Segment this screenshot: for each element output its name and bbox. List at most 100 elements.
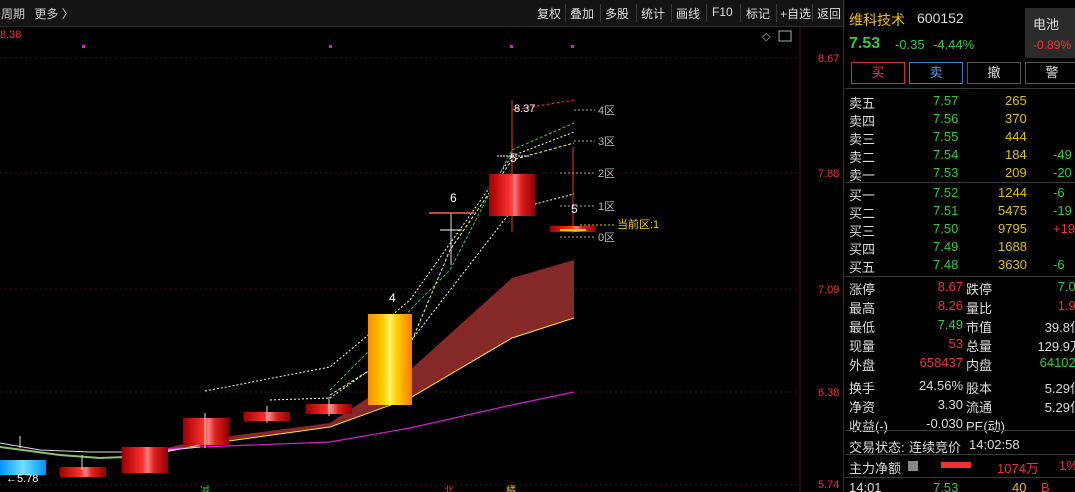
stat-row: 最高 8.26 量比 1.98 xyxy=(845,297,1075,316)
bid-row[interactable]: 买五 7.48 3630 -6 xyxy=(845,256,1075,275)
ask-row[interactable]: 卖一 7.53 209 -20 xyxy=(845,164,1075,183)
draw-line-button[interactable]: 画线 xyxy=(676,5,700,22)
wave-label: 6 xyxy=(450,191,457,205)
bid-row[interactable]: 买四 7.49 1688 xyxy=(845,238,1075,257)
stock-name: 维科技术 xyxy=(849,12,905,28)
stat-value: 658437 xyxy=(919,355,963,370)
bid-price: 7.51 xyxy=(933,203,959,218)
ask-price: 7.56 xyxy=(933,111,959,126)
trade-status-row: 交易状态: 连续竞价 14:02:58 xyxy=(845,436,1075,455)
last-price: 7.53 xyxy=(849,35,881,52)
bid-label: 买五 xyxy=(849,260,876,275)
stat-value: 3.30 xyxy=(937,397,963,412)
ask-row[interactable]: 卖五 7.57 265 xyxy=(845,92,1075,111)
ask-price: 7.53 xyxy=(933,165,959,180)
stat-value: 1.98 xyxy=(1057,298,1075,313)
ask-row[interactable]: 卖三 7.55 444 xyxy=(845,128,1075,147)
stat-label: 现量 xyxy=(849,339,876,354)
flow-info-icon[interactable] xyxy=(908,461,918,471)
stat-label: 总量 xyxy=(966,339,993,354)
main-flow-row: 主力净额 1074万 1% xyxy=(845,457,1075,476)
stat-row: 外盘 658437 内盘 641020 xyxy=(845,354,1075,373)
add-watchlist-button[interactable]: +自选 xyxy=(780,5,811,22)
stat-value: 7.49 xyxy=(937,317,963,332)
chart-toolbar: 多周期 更多 〉 复权 叠加 多股 统计 画线 F10 标记 +自选 返回 xyxy=(0,0,845,27)
stock-code: 600152 xyxy=(917,10,964,26)
zone-0-label: 0区 xyxy=(598,232,615,244)
candlestick-chart[interactable]: 8.38 8.67 7.88 7.09 6.38 5.74 ◇ 4区 3区 2区… xyxy=(0,27,845,492)
stat-value: -0.030 xyxy=(926,416,963,431)
diamond-icon[interactable]: ◇ xyxy=(762,31,771,43)
f10-button[interactable]: F10 xyxy=(712,5,733,19)
stat-label: 外盘 xyxy=(849,358,876,373)
price-label-bottom: 5.74 xyxy=(818,479,839,491)
current-zone-label: 当前区:1 xyxy=(617,217,659,231)
bid-price: 7.52 xyxy=(933,185,959,200)
cancel-order-button[interactable]: 撤 xyxy=(967,62,1021,84)
stat-value: 7.09 xyxy=(1057,279,1075,294)
ask-volume: 184 xyxy=(1005,147,1027,162)
tick-time: 14:01 xyxy=(849,480,882,492)
stat-label: 换手 xyxy=(849,381,876,396)
ask-price: 7.57 xyxy=(933,93,959,108)
high-marker: 8.37 xyxy=(514,103,535,115)
alert-button[interactable]: 警 xyxy=(1025,62,1075,84)
price-label: 6.38 xyxy=(818,387,839,399)
stat-label: 净资 xyxy=(849,400,876,415)
stat-value: 5.29亿 xyxy=(1044,400,1075,415)
ask-row[interactable]: 卖四 7.56 370 xyxy=(845,110,1075,129)
sector-tile[interactable]: 电池 -0.89% xyxy=(1025,8,1075,58)
signal-marker: 橘 xyxy=(506,485,516,492)
stat-row: 现量 53 总量 129.9万 xyxy=(845,335,1075,354)
stat-label: 收益(-) xyxy=(849,419,888,434)
stat-label: 涨停 xyxy=(849,282,876,297)
stat-label: 股本 xyxy=(966,381,993,396)
ask-volume: 209 xyxy=(1005,165,1027,180)
tick-volume: 40 xyxy=(1012,480,1027,492)
zone-2-label: 2区 xyxy=(598,168,615,180)
zone-4-label: 4区 xyxy=(598,105,615,117)
bid-change: -6 xyxy=(1053,257,1065,272)
window-icon[interactable] xyxy=(778,30,792,42)
bid-price: 7.49 xyxy=(933,239,959,254)
stat-value: 8.26 xyxy=(937,298,963,313)
price-label-top: 8.67 xyxy=(818,53,839,65)
bid-row[interactable]: 买一 7.52 1244 -6 xyxy=(845,184,1075,203)
sector-name: 电池 xyxy=(1033,17,1060,32)
period-selector[interactable]: 多周期 更多 〉 xyxy=(0,5,74,22)
quote-panel: 维科技术 600152 7.53 -0.35 -4.44% 电池 -0.89% … xyxy=(845,0,1075,492)
buy-button[interactable]: 买 xyxy=(851,62,905,84)
ask-price: 7.54 xyxy=(933,147,959,162)
stat-label: 跌停 xyxy=(966,282,993,297)
ask-change: -49 xyxy=(1053,147,1072,162)
ask-volume: 265 xyxy=(1005,93,1027,108)
stat-value: 5.29亿 xyxy=(1044,381,1075,396)
multi-stock-button[interactable]: 多股 xyxy=(605,5,629,22)
ask-row[interactable]: 卖二 7.54 184 -49 xyxy=(845,146,1075,165)
stat-label: 流通 xyxy=(966,400,993,415)
mark-button[interactable]: 标记 xyxy=(746,5,770,22)
stat-row: 最低 7.49 市值 39.8亿 xyxy=(845,316,1075,335)
sell-button[interactable]: 卖 xyxy=(909,62,963,84)
stat-value: 641020 xyxy=(1039,355,1075,370)
stats-button[interactable]: 统计 xyxy=(641,5,665,22)
overlay-button[interactable]: 叠加 xyxy=(570,5,594,22)
bid-row[interactable]: 买三 7.50 9795 +19 xyxy=(845,220,1075,239)
stat-row: 涨停 8.67 跌停 7.09 xyxy=(845,278,1075,297)
bid-volume: 9795 xyxy=(998,221,1027,236)
fuquan-button[interactable]: 复权 xyxy=(537,5,561,22)
ask-volume: 444 xyxy=(1005,129,1027,144)
bid-volume: 1244 xyxy=(998,185,1027,200)
price-label: 7.88 xyxy=(818,168,839,180)
bid-change: -6 xyxy=(1053,185,1065,200)
stat-label: 最低 xyxy=(849,320,876,335)
sector-change: -0.89% xyxy=(1033,38,1072,52)
more-button[interactable]: 更多 〉 xyxy=(34,7,73,21)
back-button[interactable]: 返回 xyxy=(817,5,841,22)
tick-side: B xyxy=(1041,480,1050,492)
ask-volume: 370 xyxy=(1005,111,1027,126)
bid-row[interactable]: 买二 7.51 5475 -19 xyxy=(845,202,1075,221)
tick-price: 7.53 xyxy=(933,480,959,492)
stat-value: 24.56% xyxy=(918,378,963,393)
stat-label: 最高 xyxy=(849,301,876,316)
